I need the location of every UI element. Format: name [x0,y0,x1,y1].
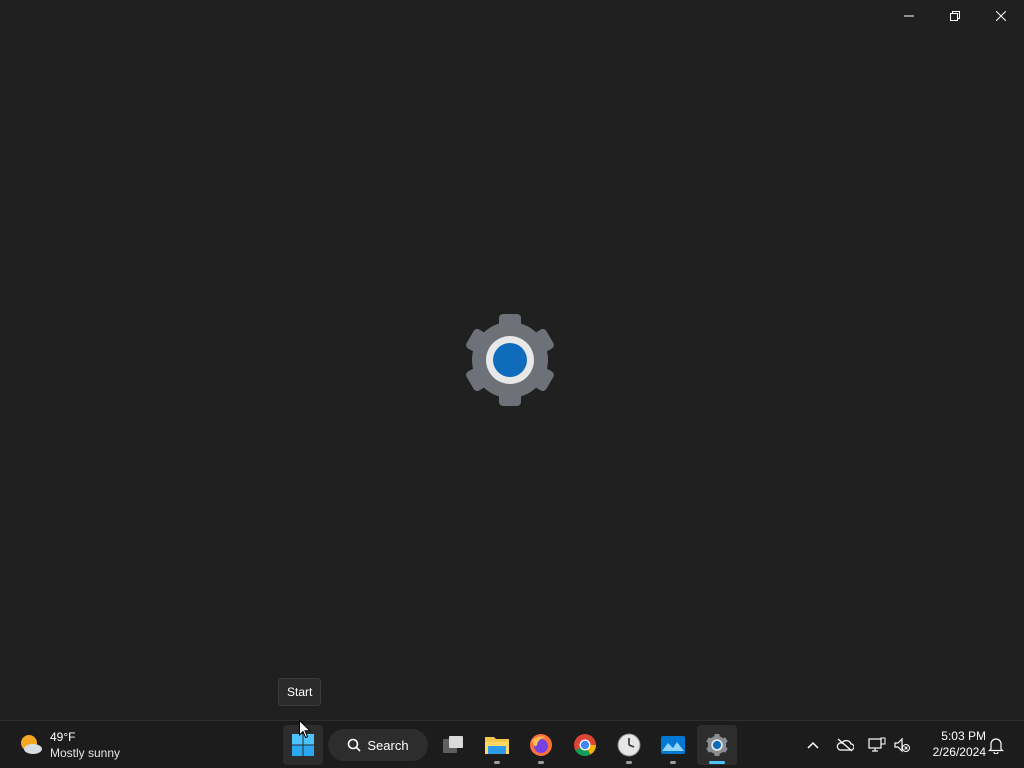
minimize-button[interactable] [886,0,932,32]
settings-gear-icon [466,314,554,406]
gear-icon [706,733,728,757]
search-button[interactable]: Search [328,729,428,761]
active-indicator [709,761,725,764]
folder-icon [485,737,509,754]
running-indicator [538,761,544,764]
chrome-icon [574,734,596,756]
network-icon [868,737,886,752]
clock-icon [617,733,641,757]
file-explorer-button[interactable] [477,725,517,765]
onedrive-button[interactable] [833,733,857,757]
firefox-icon [530,734,552,756]
firefox-button[interactable] [521,725,561,765]
weather-widget[interactable]: 49°F Mostly sunny [18,727,120,763]
photos-icon [661,736,685,754]
chrome-button[interactable] [565,725,605,765]
partly-sunny-icon [21,735,42,754]
search-label: Search [367,737,409,753]
task-view-icon [443,736,463,753]
running-indicator [626,761,632,764]
onedrive-offline-icon [836,738,854,752]
mouse-cursor-icon [299,720,311,739]
close-button[interactable] [978,0,1024,32]
clock-time: 5:03 PM [941,729,986,743]
network-button[interactable] [865,733,889,757]
close-icon [996,11,1006,21]
notification-bell-icon [988,738,1004,754]
volume-button[interactable] [890,733,914,757]
clock-date: 2/26/2024 [932,745,986,759]
restore-button[interactable] [932,0,978,32]
clock-app-button[interactable] [609,725,649,765]
running-indicator [494,761,500,764]
minimize-icon [904,15,914,17]
notification-center-button[interactable] [984,733,1008,757]
volume-muted-icon [894,737,910,753]
search-icon [348,738,361,752]
weather-temperature: 49°F [50,730,76,744]
restore-icon [950,11,960,21]
settings-button[interactable] [697,725,737,765]
window-caption-buttons [886,0,1024,32]
show-hidden-icons-button[interactable] [801,733,825,757]
taskbar-clock[interactable]: 5:03 PM 2/26/2024 [920,728,986,760]
task-view-button[interactable] [433,725,473,765]
taskbar: 49°F Mostly sunny Search 5:03 PM 2/26/20… [0,720,1024,768]
running-indicator [670,761,676,764]
chevron-up-icon [807,741,819,749]
weather-condition: Mostly sunny [50,746,121,760]
start-tooltip: Start [278,678,322,706]
photos-button[interactable] [653,725,693,765]
